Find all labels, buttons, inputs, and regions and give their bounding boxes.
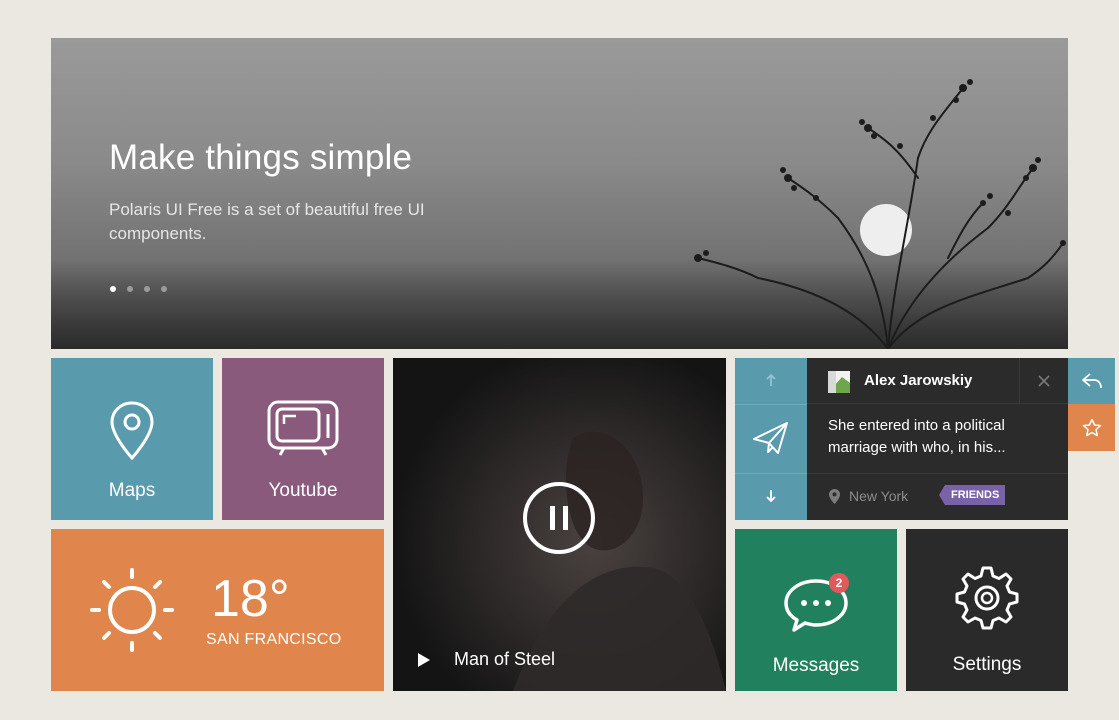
avatar[interactable]	[828, 371, 850, 393]
carousel-dot-1[interactable]	[110, 286, 116, 292]
maps-label: Maps	[108, 480, 156, 501]
message-location: New York	[849, 488, 909, 504]
star-icon	[1082, 418, 1101, 436]
reply-icon	[1081, 373, 1102, 389]
message-card[interactable]: Alex Jarowskiy She entered into a politi…	[807, 358, 1068, 520]
notification-count-badge: 2	[829, 573, 849, 593]
pause-icon	[550, 506, 568, 530]
weather-tile[interactable]: 18° SAN FRANCISCO	[51, 529, 384, 691]
arrow-up-icon[interactable]	[764, 373, 778, 387]
map-pin-icon	[110, 401, 154, 461]
maps-tile[interactable]: Maps	[51, 358, 213, 520]
divider	[735, 404, 807, 405]
settings-label: Settings	[952, 654, 1022, 675]
message-header: Alex Jarowskiy	[807, 358, 1068, 404]
weather-city: SAN FRANCISCO	[206, 631, 342, 648]
carousel-dot-2[interactable]	[127, 286, 133, 292]
play-icon[interactable]	[417, 652, 431, 668]
message-footer: New York FRIENDS	[807, 473, 1068, 520]
close-icon	[1038, 375, 1050, 387]
pause-button[interactable]	[523, 482, 595, 554]
plant-silhouette-image	[694, 79, 1066, 349]
messages-tile[interactable]: 2 Messages	[735, 529, 897, 691]
favorite-button[interactable]	[1068, 404, 1115, 451]
reply-button[interactable]	[1068, 358, 1115, 404]
messages-label: Messages	[772, 655, 860, 676]
friends-badge: FRIENDS	[938, 485, 1006, 505]
video-title: Man of Steel	[454, 649, 556, 669]
arrow-down-icon[interactable]	[764, 489, 778, 503]
gear-icon	[955, 566, 1019, 630]
message-author[interactable]: Alex Jarowskiy	[864, 372, 972, 389]
hero-banner[interactable]: Make things simple Polaris UI Free is a …	[51, 38, 1068, 349]
divider	[735, 473, 807, 474]
paper-plane-icon[interactable]	[752, 421, 790, 455]
carousel-dots	[110, 286, 167, 292]
youtube-label: Youtube	[268, 480, 338, 501]
tv-icon	[267, 400, 339, 456]
weather-temperature: 18°	[211, 570, 290, 628]
message-text: She entered into a political marriage wi…	[828, 417, 1006, 456]
location-pin-icon	[829, 489, 840, 504]
carousel-dot-3[interactable]	[144, 286, 150, 292]
settings-tile[interactable]: Settings	[906, 529, 1068, 691]
hero-title: Make things simple	[109, 138, 413, 177]
carousel-dot-4[interactable]	[161, 286, 167, 292]
close-button[interactable]	[1019, 358, 1068, 404]
video-player-tile[interactable]: Man of Steel	[393, 358, 726, 691]
sun-icon	[90, 568, 174, 652]
youtube-tile[interactable]: Youtube	[222, 358, 384, 520]
hero-subtitle: Polaris UI Free is a set of beautiful fr…	[109, 200, 425, 243]
message-side-controls	[735, 358, 807, 520]
